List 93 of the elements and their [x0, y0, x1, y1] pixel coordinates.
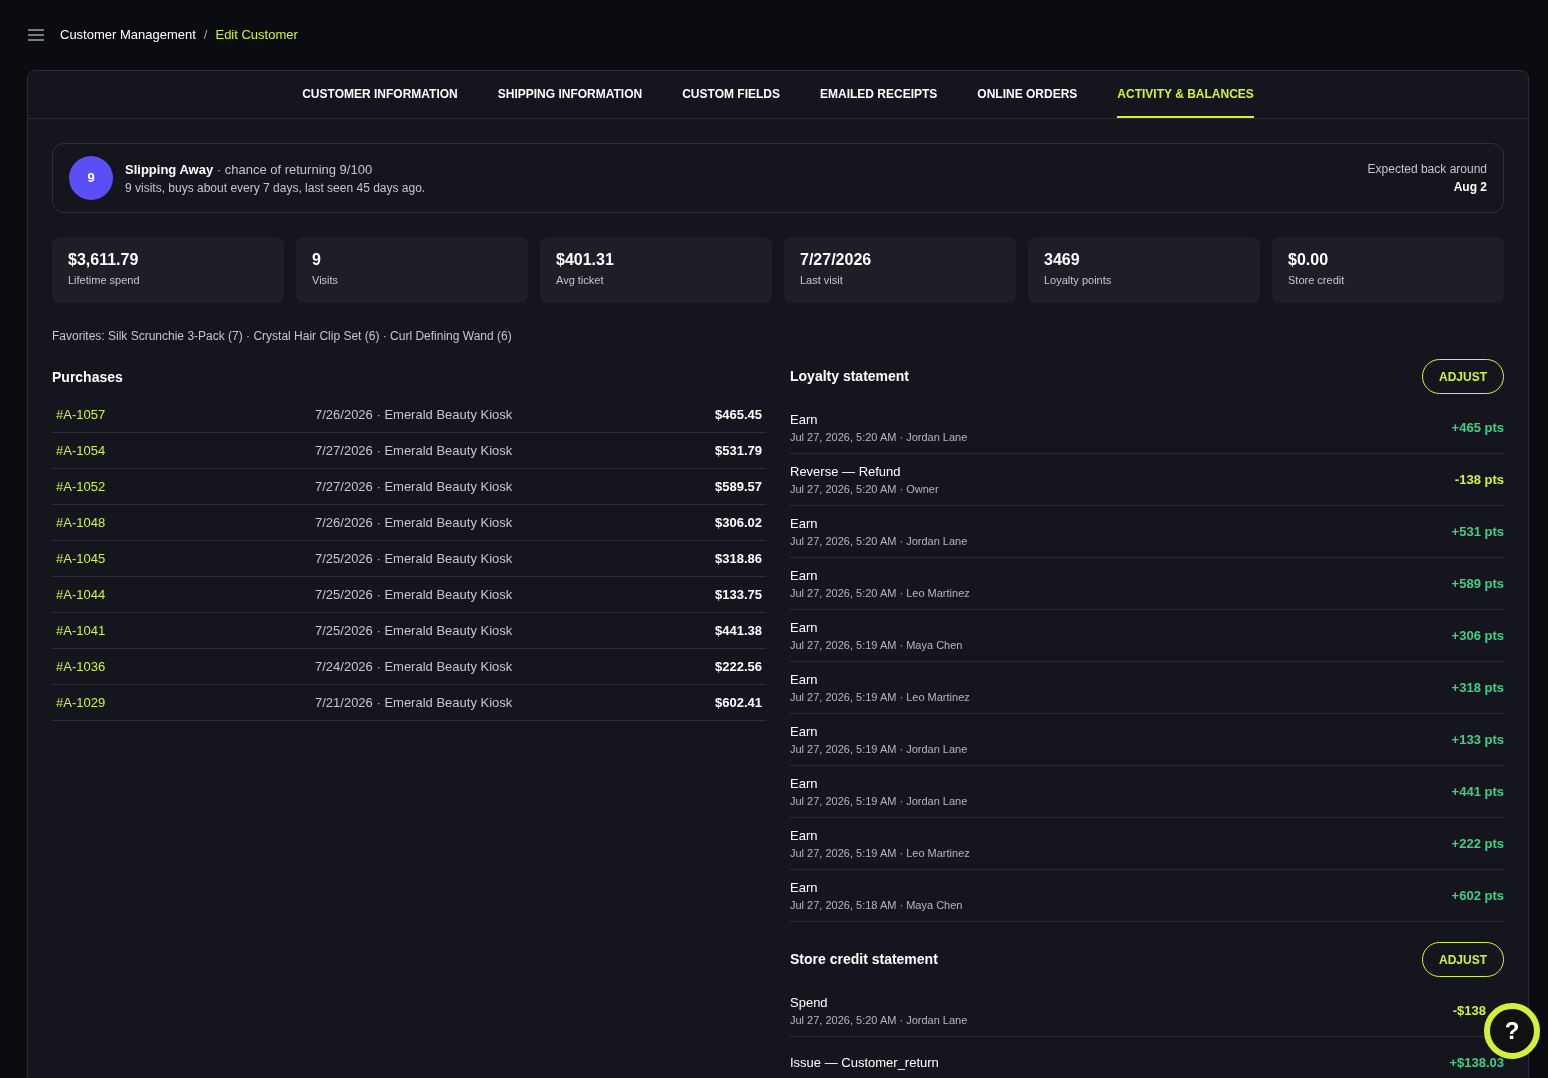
entry-type: Earn: [790, 670, 819, 689]
entry-meta: Jul 27, 2026, 5:19 AM · Maya Chen: [790, 637, 963, 653]
order-link[interactable]: #A-1057: [56, 404, 315, 425]
entry-amount: +465 pts: [1451, 418, 1504, 437]
tab[interactable]: ONLINE ORDERS: [977, 71, 1078, 118]
stat-value: 9: [312, 250, 322, 270]
order-total: $602.41: [715, 693, 762, 712]
order-total: $531.79: [715, 441, 762, 460]
stat-label: Lifetime spend: [68, 273, 141, 288]
stat-label: Last visit: [800, 273, 844, 288]
breadcrumb-current: Edit Customer: [215, 26, 298, 45]
order-info: 7/25/2026 · Emerald Beauty Kiosk: [315, 621, 514, 640]
entry-type: Earn: [790, 566, 819, 585]
order-info: 7/26/2026 · Emerald Beauty Kiosk: [315, 513, 514, 532]
order-link[interactable]: #A-1054: [56, 440, 315, 461]
stat-value: $0.00: [1288, 250, 1330, 270]
expected-label: Expected back around: [1367, 161, 1487, 178]
favorites-text: Favorites: Silk Scrunchie 3-Pack (7) · Crystal Hair Clip Set (6) · Curl Defining Wand (6): [52, 328, 513, 345]
breadcrumb-link[interactable]: Customer Management: [60, 25, 196, 45]
tab[interactable]: ACTIVITY & BALANCES: [1117, 71, 1254, 118]
order-info: 7/27/2026 · Emerald Beauty Kiosk: [315, 441, 514, 460]
order-link[interactable]: #A-1048: [56, 512, 315, 533]
order-info: 7/26/2026 · Emerald Beauty Kiosk: [315, 405, 514, 424]
order-total: $222.56: [715, 657, 762, 676]
entry-meta: Jul 27, 2026, 5:19 AM · Leo Martinez: [790, 689, 970, 705]
entry-amount: +133 pts: [1451, 730, 1504, 749]
score-badge: 9: [69, 156, 113, 200]
order-link[interactable]: #A-1052: [56, 476, 315, 497]
entry-amount: +602 pts: [1451, 886, 1504, 905]
stat-value: $3,611.79: [68, 250, 140, 270]
stat-value: 7/27/2026: [800, 250, 873, 270]
entry-type: Earn: [790, 618, 819, 637]
tab[interactable]: SHIPPING INFORMATION: [497, 71, 643, 118]
order-link[interactable]: #A-1045: [56, 548, 315, 569]
stat-value: $401.31: [556, 250, 615, 270]
entry-meta: Jul 27, 2026, 5:20 AM · Owner: [790, 481, 939, 497]
section-title: Loyalty statement: [790, 367, 910, 386]
stat-label: Store credit: [1288, 273, 1346, 288]
order-total: $441.38: [715, 621, 762, 640]
entry-meta: Jul 27, 2026, 5:20 AM · Leo Martinez: [790, 585, 970, 601]
entry-meta: Jul 27, 2026, 5:19 AM · Jordan Lane: [790, 793, 968, 809]
order-link[interactable]: #A-1036: [56, 656, 315, 677]
status-label: Slipping Away: [125, 161, 214, 177]
entry-amount: +441 pts: [1451, 782, 1504, 801]
entry-type: Earn: [790, 774, 819, 793]
order-total: $306.02: [715, 513, 762, 532]
tab[interactable]: EMAILED RECEIPTS: [820, 71, 938, 118]
order-total: $465.45: [715, 405, 762, 424]
tab[interactable]: CUSTOM FIELDS: [682, 71, 780, 118]
entry-amount: -138 pts: [1454, 470, 1504, 489]
entry-type: Earn: [790, 878, 819, 897]
entry-type: Earn: [790, 410, 819, 429]
breadcrumb-separator: /: [203, 26, 208, 45]
section-title: Purchases: [52, 369, 123, 385]
order-info: 7/25/2026 · Emerald Beauty Kiosk: [315, 549, 514, 568]
entry-meta: Jul 27, 2026, 5:20 AM · Jordan Lane: [790, 533, 968, 549]
menu-icon[interactable]: [28, 29, 44, 41]
order-info: 7/27/2026 · Emerald Beauty Kiosk: [315, 477, 514, 496]
stat-label: Loyalty points: [1044, 273, 1113, 288]
entry-type: Earn: [790, 722, 819, 741]
order-info: 7/21/2026 · Emerald Beauty Kiosk: [315, 693, 514, 712]
stat-label: Visits: [312, 273, 340, 288]
section-title: Store credit statement: [790, 950, 938, 969]
entry-amount: +318 pts: [1451, 678, 1504, 697]
tab[interactable]: CUSTOMER INFORMATION: [302, 71, 458, 118]
order-link[interactable]: #A-1029: [56, 692, 315, 713]
stat-value: 3469: [1044, 250, 1081, 270]
entry-meta: Jul 27, 2026, 5:19 AM · Jordan Lane: [790, 741, 968, 757]
expected-date: Aug 2: [1453, 179, 1487, 196]
order-total: $133.75: [715, 585, 762, 604]
order-info: 7/25/2026 · Emerald Beauty Kiosk: [315, 585, 514, 604]
entry-type: Earn: [790, 826, 819, 845]
entry-meta: Jul 27, 2026, 5:18 AM · Maya Chen: [790, 897, 963, 913]
order-info: 7/24/2026 · Emerald Beauty Kiosk: [315, 657, 514, 676]
return-chance: · chance of returning 9/100: [216, 161, 373, 177]
entry-type: Reverse — Refund: [790, 462, 902, 481]
entry-meta: Jul 27, 2026, 5:19 AM · Leo Martinez: [790, 845, 970, 861]
visit-summary: 9 visits, buys about every 7 days, last seen 45 days ago.: [125, 179, 426, 197]
stat-label: Avg ticket: [556, 273, 605, 288]
entry-type: Spend: [790, 993, 829, 1012]
order-total: $318.86: [715, 549, 762, 568]
order-total: $589.57: [715, 477, 762, 496]
entry-amount: +306 pts: [1451, 626, 1504, 645]
order-link[interactable]: #A-1044: [56, 584, 315, 605]
entry-amount: +531 pts: [1451, 522, 1504, 541]
entry-meta: Jul 27, 2026, 5:20 AM · Jordan Lane: [790, 1012, 968, 1028]
entry-type: Earn: [790, 514, 819, 533]
entry-type: Issue — Customer_return: [790, 1053, 939, 1072]
order-link[interactable]: #A-1041: [56, 620, 315, 641]
entry-meta: Jul 27, 2026, 5:20 AM · Jordan Lane: [790, 429, 968, 445]
entry-amount: -$138: [1452, 1001, 1486, 1020]
entry-amount: +589 pts: [1451, 574, 1504, 593]
entry-amount: +222 pts: [1451, 834, 1504, 853]
